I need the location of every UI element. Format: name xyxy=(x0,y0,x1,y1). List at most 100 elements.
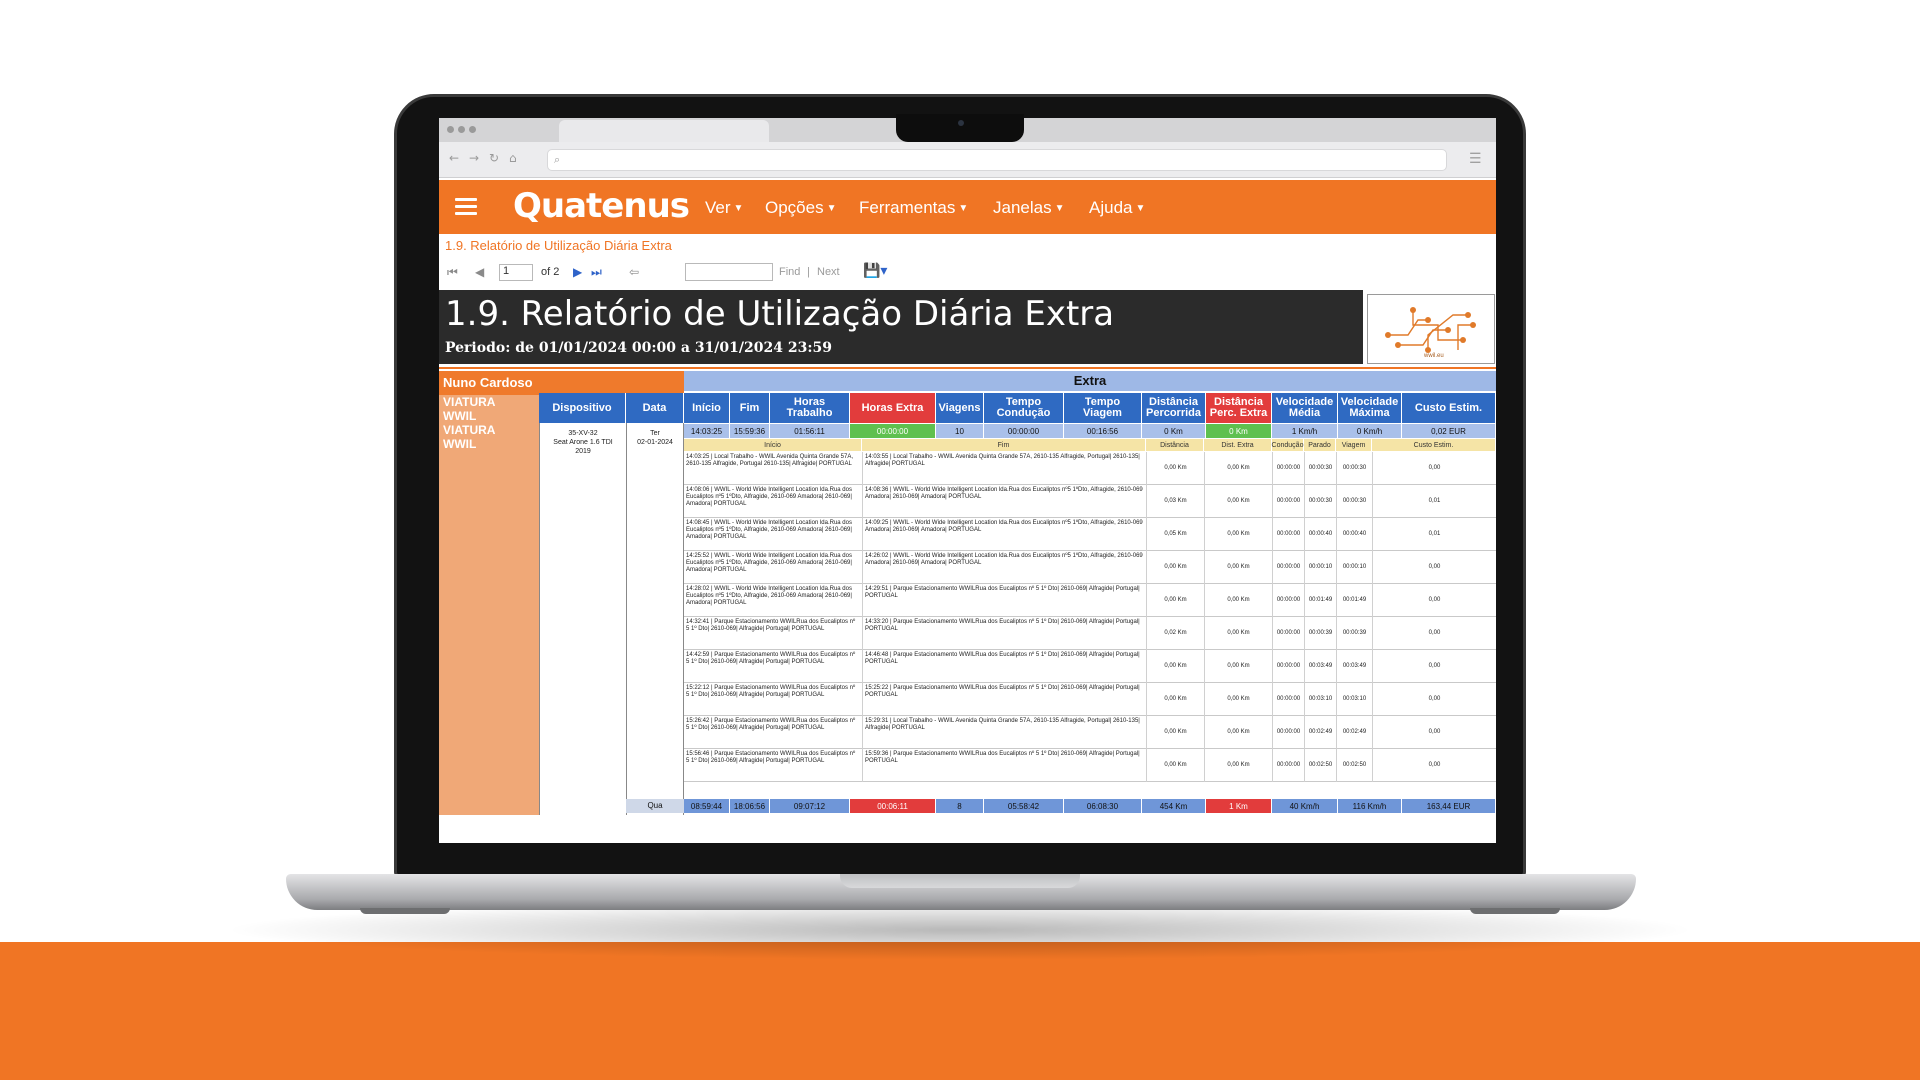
vehicle-label: WWIL xyxy=(443,409,477,423)
table-cell-dist: 0,02 Km xyxy=(1146,617,1204,650)
table-row[interactable]: 14:08:45 | WWIL - World Wide Intelligent… xyxy=(684,518,1496,551)
detail-subheader: Dist. Extra xyxy=(1204,439,1272,451)
summary-cell: 0 Km/h xyxy=(1338,424,1402,438)
table-row[interactable]: 14:28:02 | WWIL - World Wide Intelligent… xyxy=(684,584,1496,617)
report-title: 1.9. Relatório de Utilização Diária Extr… xyxy=(445,294,1115,334)
column-header: Distância Percorrida xyxy=(1142,393,1206,423)
back-to-parent-icon[interactable]: ⇦ xyxy=(629,265,639,279)
summary-cell: 40 Km/h xyxy=(1272,799,1338,813)
nav-ver[interactable]: Ver ▼ xyxy=(705,198,743,218)
close-window-icon[interactable] xyxy=(447,126,454,133)
detail-subheader: Condução xyxy=(1272,439,1304,451)
search-icon: ⌕ xyxy=(554,153,561,166)
nav-ajuda-label: Ajuda xyxy=(1089,198,1133,217)
table-row[interactable]: 14:42:59 | Parque Estacionamento WWILRua… xyxy=(684,650,1496,683)
minimize-window-icon[interactable] xyxy=(458,126,465,133)
summary-cell: 0 Km xyxy=(1142,424,1206,438)
app-header: Quatenus Ver ▼ Opções ▼ Ferramentas ▼ Janel… xyxy=(439,180,1496,234)
back-icon[interactable]: ← xyxy=(449,151,459,165)
column-header: Distância Perc. Extra xyxy=(1206,393,1272,423)
table-cell-start: 14:25:52 | WWIL - World Wide Intelligent… xyxy=(686,553,852,573)
table-row[interactable]: 14:03:25 | Local Trabalho - WWIL Avenida… xyxy=(684,452,1496,485)
table-cell-viagem: 00:00:40 xyxy=(1336,518,1372,551)
home-icon[interactable]: ⌂ xyxy=(509,151,517,165)
table-cell-start: 15:22:12 | Parque Estacionamento WWILRua… xyxy=(686,685,856,698)
table-cell-viagem: 00:00:39 xyxy=(1336,617,1372,650)
vehicle-label: VIATURA xyxy=(443,423,496,437)
breadcrumb[interactable]: 1.9. Relatório de Utilização Diária Extr… xyxy=(445,238,672,253)
summary-cell: 01:56:11 xyxy=(770,424,850,438)
table-cell-end: 14:26:02 | WWIL - World Wide Intelligent… xyxy=(862,551,1146,584)
maximize-window-icon[interactable] xyxy=(469,126,476,133)
table-cell-extra: 0,00 Km xyxy=(1204,551,1272,584)
nav-ajuda[interactable]: Ajuda ▼ xyxy=(1089,198,1145,218)
table-cell-parado: 00:02:50 xyxy=(1304,749,1336,782)
table-cell-start: 14:08:45 | WWIL - World Wide Intelligent… xyxy=(686,520,852,540)
table-row[interactable]: 14:32:41 | Parque Estacionamento WWILRua… xyxy=(684,617,1496,650)
table-cell-start: 15:26:42 | Parque Estacionamento WWILRua… xyxy=(686,718,856,731)
table-cell-viagem: 00:01:49 xyxy=(1336,584,1372,617)
previous-page-icon[interactable]: ◀ xyxy=(475,265,484,279)
nav-janelas[interactable]: Janelas ▼ xyxy=(993,198,1065,218)
laptop-screen: ← → ↻ ⌂ ⌕ ☰ Quatenus Ver ▼ Opções ▼ Ferram… xyxy=(439,118,1496,843)
address-bar[interactable]: ⌕ xyxy=(547,149,1447,171)
camera-icon xyxy=(958,120,964,126)
browser-tab[interactable] xyxy=(559,120,769,142)
table-cell-extra: 0,00 Km xyxy=(1204,452,1272,485)
table-row[interactable]: 14:25:52 | WWIL - World Wide Intelligent… xyxy=(684,551,1496,584)
detail-subheader: Fim xyxy=(862,439,1146,451)
nav-opcoes[interactable]: Opções ▼ xyxy=(765,198,837,218)
column-header: Horas Trabalho xyxy=(770,393,850,423)
table-cell-extra: 0,00 Km xyxy=(1204,617,1272,650)
find-input[interactable] xyxy=(685,263,773,281)
table-cell-custo: 0,00 xyxy=(1372,452,1496,485)
summary-cell: 06:08:30 xyxy=(1064,799,1142,813)
table-cell-parado: 00:00:40 xyxy=(1304,518,1336,551)
chevron-down-icon: ▼ xyxy=(826,203,837,215)
table-cell-extra: 0,00 Km xyxy=(1204,650,1272,683)
table-cell-end: 15:59:36 | Parque Estacionamento WWILRua… xyxy=(862,749,1146,782)
extra-group-header: Extra xyxy=(684,371,1496,391)
column-header: Início xyxy=(684,393,730,423)
app-logo[interactable]: Quatenus xyxy=(513,186,690,226)
next-link[interactable]: Next xyxy=(817,266,840,278)
table-cell-dist: 0,00 Km xyxy=(1146,716,1204,749)
vehicle-label: WWIL xyxy=(443,437,477,451)
detail-table: 14:03:25 | Local Trabalho - WWIL Avenida… xyxy=(684,452,1496,782)
last-page-icon[interactable]: ⏭ xyxy=(591,265,602,280)
table-cell-cond: 00:00:00 xyxy=(1272,749,1304,782)
report-period: Periodo: de 01/01/2024 00:00 a 31/01/202… xyxy=(445,340,832,356)
nav-ver-label: Ver xyxy=(705,198,731,217)
summary-cell: 00:16:56 xyxy=(1064,424,1142,438)
forward-icon[interactable]: → xyxy=(469,151,479,165)
hamburger-menu-icon[interactable] xyxy=(455,198,477,216)
table-cell-extra: 0,00 Km xyxy=(1204,485,1272,518)
vehicle-label: VIATURA xyxy=(443,395,496,409)
next-page-icon[interactable]: ▶ xyxy=(573,265,582,279)
screen-bottom-strip xyxy=(439,815,1496,843)
table-row[interactable]: 14:08:06 | WWIL - World Wide Intelligent… xyxy=(684,485,1496,518)
driver-panel: Nuno Cardoso VIATURA WWIL VIATURA WWIL 3… xyxy=(439,371,684,843)
table-cell-parado: 00:03:10 xyxy=(1304,683,1336,716)
table-cell-extra: 0,00 Km xyxy=(1204,749,1272,782)
chevron-down-icon: ▼ xyxy=(958,203,969,215)
table-cell-start: 14:03:25 | Local Trabalho - WWIL Avenida… xyxy=(686,454,853,467)
export-save-icon[interactable]: 💾▾ xyxy=(863,262,887,279)
browser-menu-icon[interactable]: ☰ xyxy=(1469,150,1482,167)
page-number-input[interactable]: 1 xyxy=(499,264,533,281)
summary-cell: 1 Km/h xyxy=(1272,424,1338,438)
table-cell-custo: 0,00 xyxy=(1372,683,1496,716)
table-row[interactable]: 15:26:42 | Parque Estacionamento WWILRua… xyxy=(684,716,1496,749)
find-link[interactable]: Find xyxy=(779,266,800,278)
first-page-icon[interactable]: ⏮ xyxy=(447,265,458,280)
table-row[interactable]: 15:56:46 | Parque Estacionamento WWILRua… xyxy=(684,749,1496,782)
table-cell-cond: 00:00:00 xyxy=(1272,485,1304,518)
reload-icon[interactable]: ↻ xyxy=(489,151,499,165)
table-cell-custo: 0,00 xyxy=(1372,551,1496,584)
vehicle-column: VIATURA WWIL VIATURA WWIL xyxy=(439,395,539,843)
nav-ferramentas[interactable]: Ferramentas ▼ xyxy=(859,198,968,218)
column-header: Horas Extra xyxy=(850,393,936,423)
table-cell-extra: 0,00 Km xyxy=(1204,683,1272,716)
table-cell-end: 14:09:25 | WWIL - World Wide Intelligent… xyxy=(862,518,1146,551)
table-row[interactable]: 15:22:12 | Parque Estacionamento WWILRua… xyxy=(684,683,1496,716)
